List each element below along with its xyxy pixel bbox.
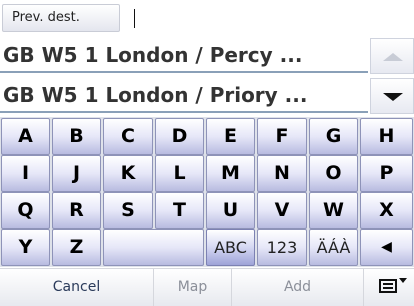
space-key[interactable] (103, 229, 204, 266)
key-s[interactable]: S (103, 192, 153, 229)
cancel-button[interactable]: Cancel (0, 269, 154, 306)
key-u[interactable]: U (206, 192, 255, 229)
key-w[interactable]: W (309, 192, 358, 229)
input-row: Prev. dest. (0, 0, 414, 37)
key-b[interactable]: B (52, 118, 101, 155)
result-item[interactable]: GB W5 1 London / Priory ... (0, 78, 368, 113)
key-i[interactable]: I (1, 155, 50, 192)
chevron-down-icon (399, 278, 407, 283)
key-r[interactable]: R (52, 192, 101, 229)
key-n[interactable]: N (257, 155, 307, 192)
key-l[interactable]: L (155, 155, 204, 192)
keyboard-icon (379, 279, 397, 293)
key-f[interactable]: F (257, 118, 307, 155)
map-button[interactable]: Map (154, 269, 232, 306)
key-x[interactable]: X (360, 192, 413, 229)
key-e[interactable]: E (206, 118, 255, 155)
key-q[interactable]: Q (1, 192, 50, 229)
triangle-down-icon (383, 93, 403, 101)
key-g[interactable]: G (309, 118, 358, 155)
mode-abc-button[interactable]: ABC (206, 229, 255, 266)
scroll-up-button[interactable] (370, 38, 414, 74)
key-a[interactable]: A (1, 118, 50, 155)
key-h[interactable]: H (360, 118, 413, 155)
on-screen-keyboard: A B C D E F G H I J K L M N O P Q R S T … (0, 117, 414, 267)
key-v[interactable]: V (257, 192, 307, 229)
key-j[interactable]: J (52, 155, 101, 192)
key-y[interactable]: Y (1, 229, 50, 266)
bottom-action-bar: Cancel Map Add (0, 268, 414, 306)
search-input[interactable] (124, 4, 412, 32)
key-c[interactable]: C (103, 118, 153, 155)
mode-numeric-button[interactable]: 123 (257, 229, 307, 266)
keyboard-toggle-button[interactable] (364, 269, 414, 306)
key-k[interactable]: K (103, 155, 153, 192)
key-o[interactable]: O (309, 155, 358, 192)
scroll-down-button[interactable] (370, 78, 414, 114)
destination-search-screen: Prev. dest. GB W5 1 London / Percy ... G… (0, 0, 414, 306)
backspace-button[interactable]: ◀ (360, 229, 413, 266)
key-p[interactable]: P (360, 155, 413, 192)
key-z[interactable]: Z (52, 229, 101, 266)
result-item[interactable]: GB W5 1 London / Percy ... (0, 38, 368, 73)
mode-accented-button[interactable]: ÄÁÀ (309, 229, 358, 266)
key-d[interactable]: D (155, 118, 204, 155)
add-button[interactable]: Add (232, 269, 364, 306)
triangle-up-icon (383, 53, 403, 61)
previous-destination-tab[interactable]: Prev. dest. (2, 4, 120, 32)
key-m[interactable]: M (206, 155, 255, 192)
text-caret (134, 9, 135, 28)
backspace-arrow-icon: ◀ (381, 239, 392, 255)
key-t[interactable]: T (155, 192, 204, 229)
